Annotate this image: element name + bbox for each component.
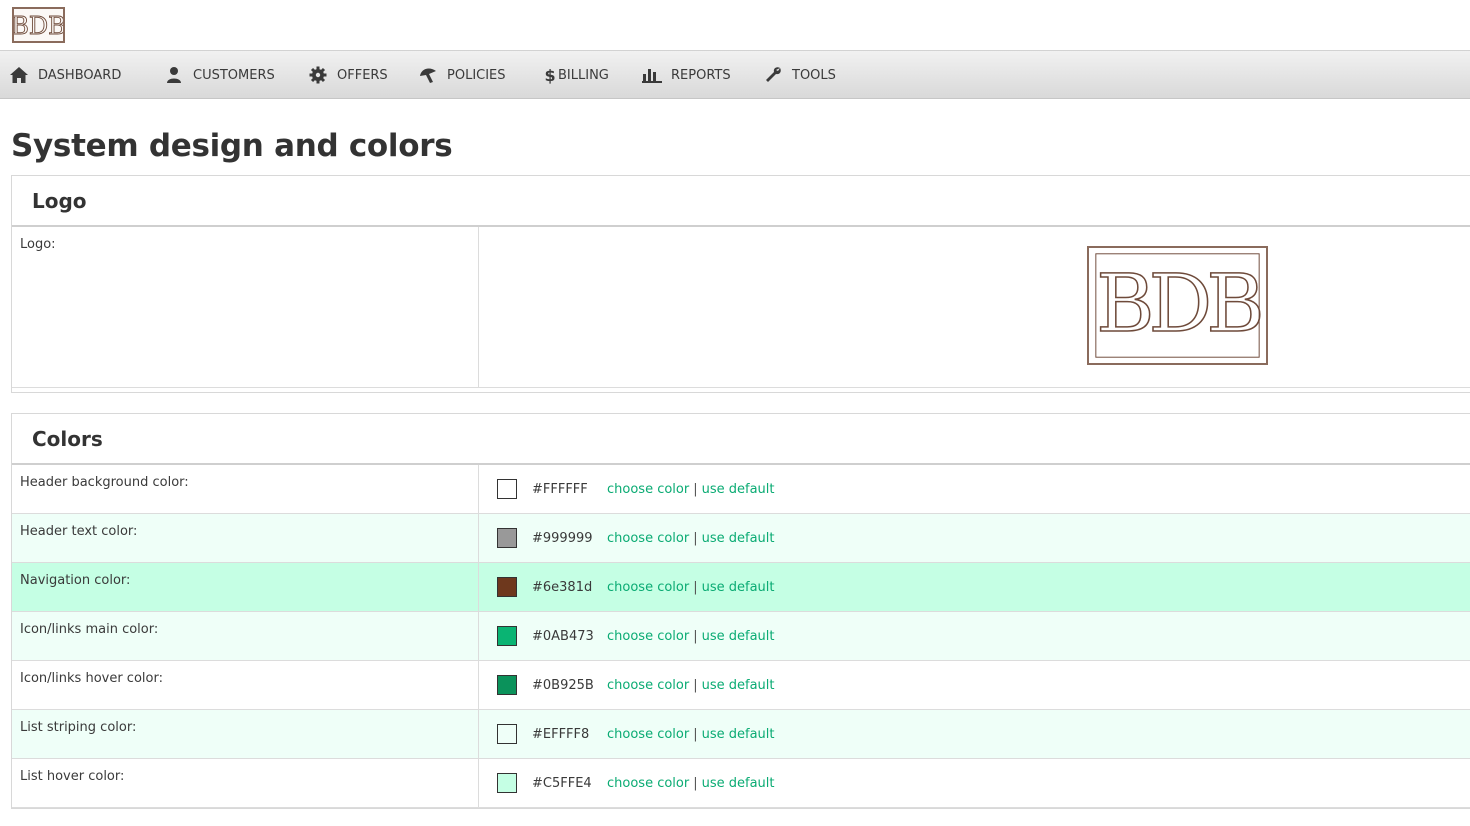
color-setting-row: Icon/links main color: #0AB473 choose co…	[12, 612, 1470, 661]
color-setting-value-cell: #0B925B choose color | use default	[479, 661, 1470, 709]
logo-panel-heading: Logo	[12, 176, 1470, 227]
nav-item-dashboard[interactable]: DASHBOARD	[8, 51, 121, 99]
page-title: System design and colors	[11, 128, 453, 164]
color-hex-value: #EFFFF8	[532, 726, 590, 742]
color-hex-value: #6e381d	[532, 579, 593, 595]
nav-item-policies[interactable]: POLICIES	[417, 51, 506, 99]
nav-item-label: OFFERS	[337, 67, 388, 83]
link-separator: |	[693, 677, 698, 693]
choose-color-link[interactable]: choose color	[607, 531, 689, 546]
main-navigation: DASHBOARD CUSTOMERS OFFERS POLICIES $ BI	[0, 51, 1470, 99]
nav-item-label: DASHBOARD	[38, 67, 122, 83]
nav-item-billing[interactable]: $ BILLING	[544, 51, 609, 99]
choose-color-link[interactable]: choose color	[607, 776, 689, 791]
color-swatch[interactable]	[497, 626, 517, 646]
colors-panel: Colors Header background color: #FFFFFF …	[11, 413, 1470, 809]
choose-color-link[interactable]: choose color	[607, 727, 689, 742]
link-separator: |	[693, 530, 698, 546]
color-hex-value: #0AB473	[532, 628, 594, 644]
use-default-link[interactable]: use default	[702, 580, 775, 595]
color-setting-value-cell: #999999 choose color | use default	[479, 514, 1470, 562]
uploaded-logo-image[interactable]: BDB	[1087, 246, 1268, 365]
nav-item-label: BILLING	[558, 67, 609, 83]
home-icon	[8, 65, 30, 85]
color-setting-row: List striping color: #EFFFF8 choose colo…	[12, 710, 1470, 759]
nav-item-label: POLICIES	[447, 67, 506, 83]
svg-text:BDB: BDB	[1096, 257, 1260, 350]
color-setting-value-cell: #C5FFE4 choose color | use default	[479, 759, 1470, 807]
color-setting-row: Header background color: #FFFFFF choose …	[12, 465, 1470, 514]
use-default-link[interactable]: use default	[702, 678, 775, 693]
color-setting-row: Header text color: #999999 choose color …	[12, 514, 1470, 563]
user-icon	[163, 65, 185, 85]
color-swatch[interactable]	[497, 528, 517, 548]
nav-item-customers[interactable]: CUSTOMERS	[163, 51, 275, 99]
nav-item-label: TOOLS	[792, 67, 836, 83]
color-swatch[interactable]	[497, 577, 517, 597]
bdb-logo-icon: BDB	[1095, 253, 1266, 358]
choose-color-link[interactable]: choose color	[607, 678, 689, 693]
color-setting-label: List hover color:	[12, 759, 479, 807]
company-logo[interactable]: BDB	[12, 7, 65, 43]
nav-item-reports[interactable]: REPORTS	[641, 51, 731, 99]
color-setting-label: Icon/links main color:	[12, 612, 479, 660]
color-setting-value-cell: #6e381d choose color | use default	[479, 563, 1470, 611]
link-separator: |	[693, 628, 698, 644]
umbrella-icon	[417, 65, 439, 85]
nav-item-tools[interactable]: TOOLS	[762, 51, 836, 99]
nav-item-label: REPORTS	[671, 67, 731, 83]
color-setting-value-cell: #EFFFF8 choose color | use default	[479, 710, 1470, 758]
nav-item-offers[interactable]: OFFERS	[307, 51, 388, 99]
bdb-logo-icon: BDB	[14, 11, 63, 40]
use-default-link[interactable]: use default	[702, 776, 775, 791]
color-setting-row: Navigation color: #6e381d choose color |…	[12, 563, 1470, 612]
color-swatch[interactable]	[497, 479, 517, 499]
color-hex-value: #FFFFFF	[532, 481, 588, 497]
bar-chart-icon	[641, 65, 663, 85]
link-separator: |	[693, 481, 698, 497]
link-separator: |	[693, 579, 698, 595]
color-setting-label: List striping color:	[12, 710, 479, 758]
app-header: BDB	[0, 0, 1470, 51]
logo-row: Logo: BDB	[12, 227, 1470, 388]
color-swatch[interactable]	[497, 773, 517, 793]
wrench-icon	[762, 65, 784, 85]
color-hex-value: #C5FFE4	[532, 775, 592, 791]
dollar-icon: $	[544, 65, 556, 85]
link-separator: |	[693, 775, 698, 791]
color-swatch[interactable]	[497, 724, 517, 744]
color-hex-value: #0B925B	[532, 677, 594, 693]
use-default-link[interactable]: use default	[702, 727, 775, 742]
use-default-link[interactable]: use default	[702, 629, 775, 644]
use-default-link[interactable]: use default	[702, 482, 775, 497]
logo-panel: Logo Logo: BDB	[11, 175, 1470, 393]
use-default-link[interactable]: use default	[702, 531, 775, 546]
color-setting-value-cell: #0AB473 choose color | use default	[479, 612, 1470, 660]
color-swatch[interactable]	[497, 675, 517, 695]
logo-label: Logo:	[12, 227, 479, 387]
choose-color-link[interactable]: choose color	[607, 482, 689, 497]
logo-value-cell: BDB	[479, 227, 1470, 387]
choose-color-link[interactable]: choose color	[607, 580, 689, 595]
color-settings-list: Header background color: #FFFFFF choose …	[12, 465, 1470, 808]
nav-item-label: CUSTOMERS	[193, 67, 275, 83]
color-setting-value-cell: #FFFFFF choose color | use default	[479, 465, 1470, 513]
color-setting-row: List hover color: #C5FFE4 choose color |…	[12, 759, 1470, 808]
color-setting-label: Header text color:	[12, 514, 479, 562]
colors-panel-heading: Colors	[12, 414, 1470, 465]
color-setting-label: Header background color:	[12, 465, 479, 513]
color-hex-value: #999999	[532, 530, 593, 546]
link-separator: |	[693, 726, 698, 742]
svg-text:BDB: BDB	[14, 12, 63, 40]
choose-color-link[interactable]: choose color	[607, 629, 689, 644]
color-setting-label: Icon/links hover color:	[12, 661, 479, 709]
color-setting-row: Icon/links hover color: #0B925B choose c…	[12, 661, 1470, 710]
color-setting-label: Navigation color:	[12, 563, 479, 611]
gear-icon	[307, 65, 329, 85]
